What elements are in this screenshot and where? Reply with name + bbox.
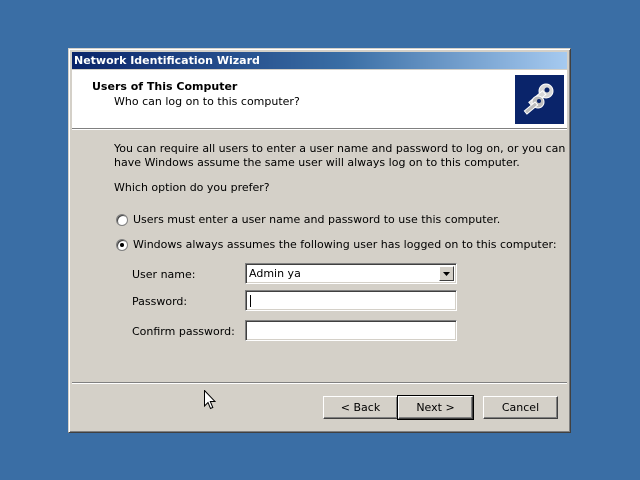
- radio-auto-login[interactable]: [116, 238, 128, 251]
- intro-text: You can require all users to enter a use…: [114, 142, 565, 170]
- wizard-header: Users of This Computer Who can log on to…: [72, 70, 567, 129]
- confirm-password-field[interactable]: [245, 320, 457, 341]
- header-title: Users of This Computer: [92, 80, 238, 93]
- confirm-password-label: Confirm password:: [132, 325, 235, 338]
- text-caret: [250, 295, 251, 307]
- option-auto-login[interactable]: Windows always assumes the following use…: [116, 238, 557, 251]
- keys-icon: [515, 75, 564, 124]
- window-title: Network Identification Wizard: [74, 54, 260, 67]
- mouse-pointer-icon: [204, 389, 217, 413]
- intro-line-2: have Windows assume the same user will a…: [114, 156, 520, 169]
- user-name-dropdown[interactable]: Admin ya: [245, 263, 457, 284]
- intro-line-1: You can require all users to enter a use…: [114, 142, 566, 155]
- wizard-window: Network Identification Wizard Users of T…: [68, 48, 571, 433]
- password-field[interactable]: [245, 290, 457, 311]
- option-require-login-label[interactable]: Users must enter a user name and passwor…: [133, 213, 500, 226]
- radio-require-login[interactable]: [116, 213, 128, 226]
- user-name-label: User name:: [132, 268, 196, 281]
- next-button[interactable]: Next >: [397, 395, 474, 420]
- option-auto-login-label[interactable]: Windows always assumes the following use…: [133, 238, 557, 251]
- title-bar[interactable]: Network Identification Wizard: [72, 52, 567, 69]
- header-subtitle: Who can log on to this computer?: [114, 95, 300, 108]
- password-label: Password:: [132, 295, 188, 308]
- user-name-value: Admin ya: [249, 267, 301, 280]
- footer-separator: [72, 382, 567, 384]
- option-require-login[interactable]: Users must enter a user name and passwor…: [116, 213, 500, 226]
- cancel-button[interactable]: Cancel: [483, 396, 558, 419]
- back-button[interactable]: < Back: [323, 396, 398, 419]
- question-text: Which option do you prefer?: [114, 181, 270, 194]
- chevron-down-icon[interactable]: [439, 266, 454, 281]
